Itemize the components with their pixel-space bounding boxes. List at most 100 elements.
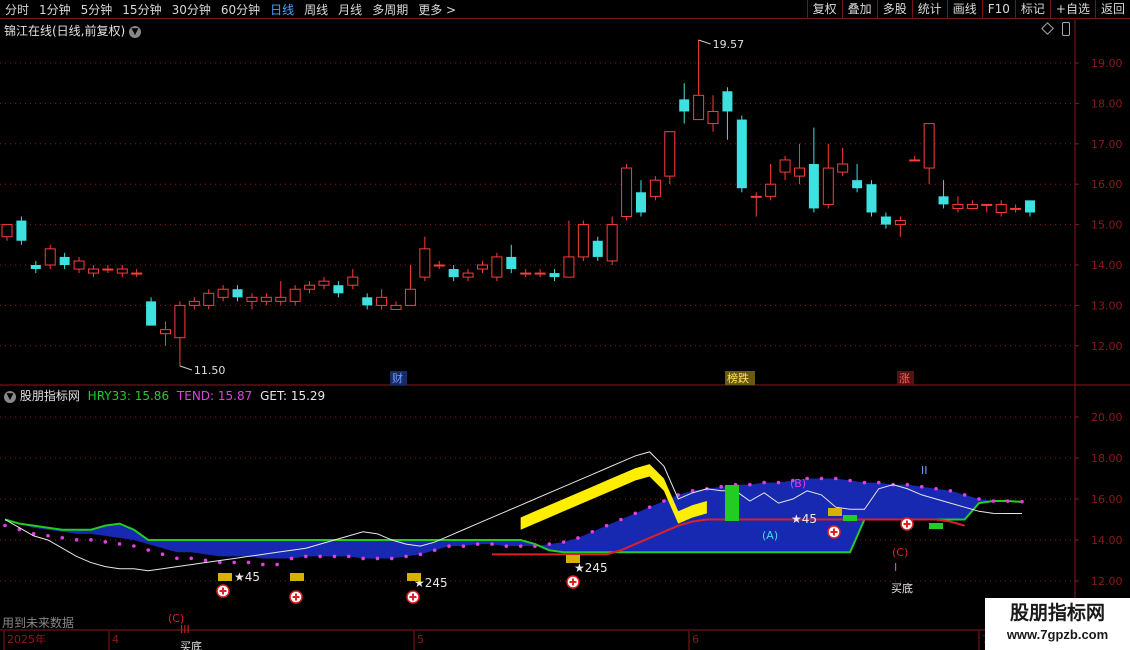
toolbar: 分时 1分钟 5分钟 15分钟 30分钟 60分钟 日线 周线 月线 多周期 更多 > 复权 叠加 多股…: [0, 0, 1130, 19]
indicator-tick-label: 20.00: [1091, 411, 1123, 424]
toolbar-button-6[interactable]: 标记: [1014, 0, 1050, 19]
tend-point: [74, 538, 79, 542]
event-marker-0: 财: [392, 371, 403, 385]
watermark-url: www.7gpzb.com: [1006, 627, 1109, 642]
candle-body: [131, 272, 143, 275]
candle-body: [880, 216, 891, 225]
tend-point: [1020, 499, 1024, 504]
tend-point: [203, 558, 208, 563]
tend-point: [848, 478, 852, 483]
buy-bottom-label-2: 买底: [891, 581, 913, 595]
period-tab-9[interactable]: 多周期: [372, 1, 408, 18]
toolbar-buttons: 复权 叠加 多股 统计 画线 F10 标记 +自选 返回: [806, 0, 1130, 19]
candle-body: [419, 248, 431, 278]
watermark-title: 股朋指标网: [1009, 603, 1105, 624]
signal-box: [407, 573, 421, 581]
tend-point: [447, 544, 451, 548]
period-tab-1[interactable]: 1分钟: [39, 1, 71, 18]
period-tab-3[interactable]: 15分钟: [122, 1, 161, 18]
candle-body: [549, 273, 560, 278]
price-tick-label: 18.00: [1091, 97, 1123, 110]
candle-body: [159, 329, 171, 335]
high-label: 19.57: [713, 38, 745, 51]
candle-body: [736, 119, 747, 189]
candle-body: [16, 220, 27, 241]
price-tick-label: 13.00: [1091, 299, 1123, 312]
wave-label-iii: III: [180, 623, 190, 636]
period-tab-7[interactable]: 周线: [304, 1, 328, 18]
candle-body: [333, 285, 344, 294]
toolbar-button-7[interactable]: +自选: [1049, 0, 1095, 19]
candle-body: [318, 280, 330, 286]
period-tab-0[interactable]: 分时: [5, 1, 29, 18]
candle-body: [491, 256, 503, 278]
price-tick-label: 19.00: [1091, 57, 1123, 70]
tend-point: [261, 562, 265, 567]
buy-bottom-label-1: 买底: [180, 639, 202, 650]
signal-box: [828, 508, 842, 516]
tend-point: [919, 484, 924, 489]
candle-body: [981, 203, 993, 206]
candle-body: [404, 288, 416, 306]
chart-area[interactable]: 19.00 18.00 17.00 16.00 15.00 14.00 13.00 12.00…: [0, 20, 1130, 650]
candle-body: [592, 240, 603, 257]
tend-point: [991, 499, 996, 503]
candle-body: [30, 265, 41, 270]
period-tab-4[interactable]: 30分钟: [172, 1, 211, 18]
toolbar-button-8[interactable]: 返回: [1094, 0, 1130, 19]
toolbar-button-0[interactable]: 复权: [806, 0, 842, 19]
low-label: 11.50: [194, 364, 226, 377]
signal-box: [566, 555, 580, 563]
wave-label-a: (A): [762, 529, 778, 542]
tend-point: [332, 554, 337, 559]
candle-body: [938, 196, 949, 205]
price-tick-label: 14.00: [1091, 259, 1123, 272]
candle-body: [894, 220, 906, 226]
candle-body: [606, 224, 618, 262]
tend-point: [318, 554, 322, 559]
peak-bar: [929, 523, 943, 529]
tend-point: [748, 482, 752, 487]
tend-point: [776, 480, 781, 485]
candle-body: [275, 296, 287, 302]
candle-body: [909, 159, 921, 162]
tend-point: [719, 484, 723, 489]
candle-body: [649, 179, 661, 197]
toolbar-button-3[interactable]: 统计: [911, 0, 947, 19]
candle-body: [174, 304, 186, 339]
tend-point: [490, 542, 494, 546]
event-marker-2: 涨: [899, 372, 910, 385]
candle-body: [376, 296, 388, 306]
period-tab-5[interactable]: 60分钟: [221, 1, 260, 18]
tend-point: [461, 544, 466, 548]
tend-point: [3, 523, 7, 528]
candle-body: [808, 164, 819, 209]
period-tab-2[interactable]: 5分钟: [81, 1, 113, 18]
period-tab-10[interactable]: 更多 >: [418, 1, 456, 18]
tend-point: [46, 533, 50, 538]
toolbar-button-4[interactable]: 画线: [946, 0, 982, 19]
candle-body: [246, 296, 258, 302]
toolbar-button-5[interactable]: F10: [981, 0, 1015, 19]
candle-body: [693, 94, 705, 121]
tend-point: [304, 554, 308, 559]
candle-body: [146, 301, 157, 326]
tend-point: [146, 548, 151, 552]
date-label-1: 4: [112, 633, 119, 646]
tend-point: [819, 476, 824, 481]
toolbar-button-1[interactable]: 叠加: [841, 0, 877, 19]
toolbar-button-2[interactable]: 多股: [876, 0, 912, 19]
tend-point: [948, 489, 953, 493]
tend-point: [934, 486, 938, 491]
candle-body: [87, 268, 99, 274]
peak-bar: [725, 485, 739, 521]
candle-body: [116, 268, 128, 274]
high-pointer: [698, 39, 711, 45]
wave-label-i: I: [894, 561, 897, 574]
period-tab-8[interactable]: 月线: [338, 1, 362, 18]
star-label-0: ★45: [234, 570, 260, 584]
period-tab-6[interactable]: 日线: [270, 1, 294, 18]
tend-point: [103, 540, 108, 544]
candle-body: [59, 256, 70, 265]
candle-body: [852, 180, 863, 189]
